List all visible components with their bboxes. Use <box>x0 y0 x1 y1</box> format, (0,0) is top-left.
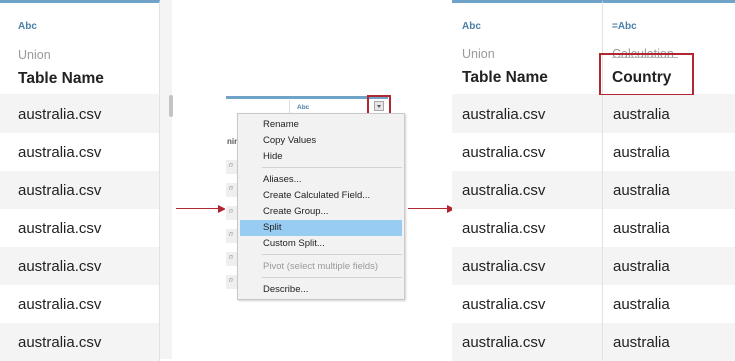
menu-divider <box>262 277 402 278</box>
ghost-cell: n <box>229 231 233 238</box>
table-row: australia.csv <box>452 171 603 209</box>
cell-value: australia <box>613 105 670 123</box>
cell-value: australia <box>613 295 670 313</box>
cell-value: australia <box>613 181 670 199</box>
calculated-string-type-icon[interactable]: =Abc <box>612 21 637 32</box>
table-row: australia.csv <box>452 285 603 323</box>
menu-item-create-group[interactable]: Create Group... <box>240 204 402 220</box>
cell-value: australia.csv <box>18 181 102 199</box>
cell-value: australia.csv <box>462 333 546 351</box>
table-row: australia.csv <box>0 285 160 323</box>
arrow-line <box>176 208 219 209</box>
table-row: australia.csv <box>0 171 160 209</box>
field-origin-label: Union <box>462 47 495 61</box>
table-row: australia.csv <box>452 323 603 361</box>
cell-value: australia.csv <box>462 143 546 161</box>
table-row: australia.csv <box>0 95 160 133</box>
field-name: Table Name <box>462 69 548 86</box>
menu-item-aliases[interactable]: Aliases... <box>240 172 402 188</box>
table-row: australia.csv <box>0 209 160 247</box>
column-header-accent <box>226 96 388 99</box>
menu-item-describe[interactable]: Describe... <box>240 282 402 298</box>
cell-value: australia.csv <box>18 105 102 123</box>
table-row: australia <box>603 133 735 171</box>
cell-value: australia.csv <box>18 219 102 237</box>
cell-value: australia <box>613 333 670 351</box>
menu-item-copy-values[interactable]: Copy Values <box>240 133 402 149</box>
string-type-icon[interactable]: Abc <box>297 104 309 111</box>
ghost-cell: n <box>229 162 233 169</box>
string-type-icon[interactable]: Abc <box>18 21 37 32</box>
menu-divider <box>262 167 402 168</box>
table-row: australia.csv <box>0 323 160 361</box>
menu-item-hide[interactable]: Hide <box>240 149 402 165</box>
cell-value: australia.csv <box>462 181 546 199</box>
table-row: australia.csv <box>452 95 603 133</box>
cell-value: australia.csv <box>18 333 102 351</box>
field-origin-label: Union <box>18 48 51 62</box>
menu-item-rename[interactable]: Rename <box>240 117 402 133</box>
cell-value: australia.csv <box>462 105 546 123</box>
menu-divider <box>262 254 402 255</box>
left-column-header[interactable]: Abc Union Table Name <box>0 0 160 94</box>
table-row: australia <box>603 95 735 133</box>
scrollbar-thumb[interactable] <box>169 95 173 117</box>
context-menu: Rename Copy Values Hide Aliases... Creat… <box>237 113 405 300</box>
ghost-cell: n <box>229 254 233 261</box>
table-row: australia <box>603 285 735 323</box>
country-highlight-box <box>599 53 694 96</box>
table-row: australia <box>603 209 735 247</box>
table-row: australia.csv <box>452 247 603 285</box>
table-row: australia.csv <box>0 133 160 171</box>
table-name-column-header[interactable]: Abc Union Table Name <box>452 0 603 94</box>
cell-value: australia.csv <box>462 219 546 237</box>
string-type-icon[interactable]: Abc <box>462 21 481 32</box>
table-row: australia.csv <box>452 133 603 171</box>
cell-value: australia.csv <box>462 295 546 313</box>
table-row: australia <box>603 323 735 361</box>
cell-value: australia.csv <box>18 143 102 161</box>
menu-item-create-calculated-field[interactable]: Create Calculated Field... <box>240 188 402 204</box>
cell-value: australia.csv <box>18 295 102 313</box>
ghost-cell: n <box>229 185 233 192</box>
menu-item-split[interactable]: Split <box>240 220 402 236</box>
arrow-line <box>408 208 448 209</box>
ghost-cell: n <box>229 277 233 284</box>
cell-value: australia.csv <box>18 257 102 275</box>
table-row: australia <box>603 247 735 285</box>
cell-value: australia <box>613 219 670 237</box>
table-row: australia.csv <box>0 247 160 285</box>
ghost-cell: n <box>229 208 233 215</box>
menu-item-custom-split[interactable]: Custom Split... <box>240 236 402 252</box>
cell-value: australia <box>613 143 670 161</box>
table-row: australia.csv <box>452 209 603 247</box>
cell-value: australia.csv <box>462 257 546 275</box>
field-name: Table Name <box>18 70 104 87</box>
table-row: australia <box>603 171 735 209</box>
menu-item-pivot: Pivot (select multiple fields) <box>263 261 379 272</box>
cell-value: australia <box>613 257 670 275</box>
